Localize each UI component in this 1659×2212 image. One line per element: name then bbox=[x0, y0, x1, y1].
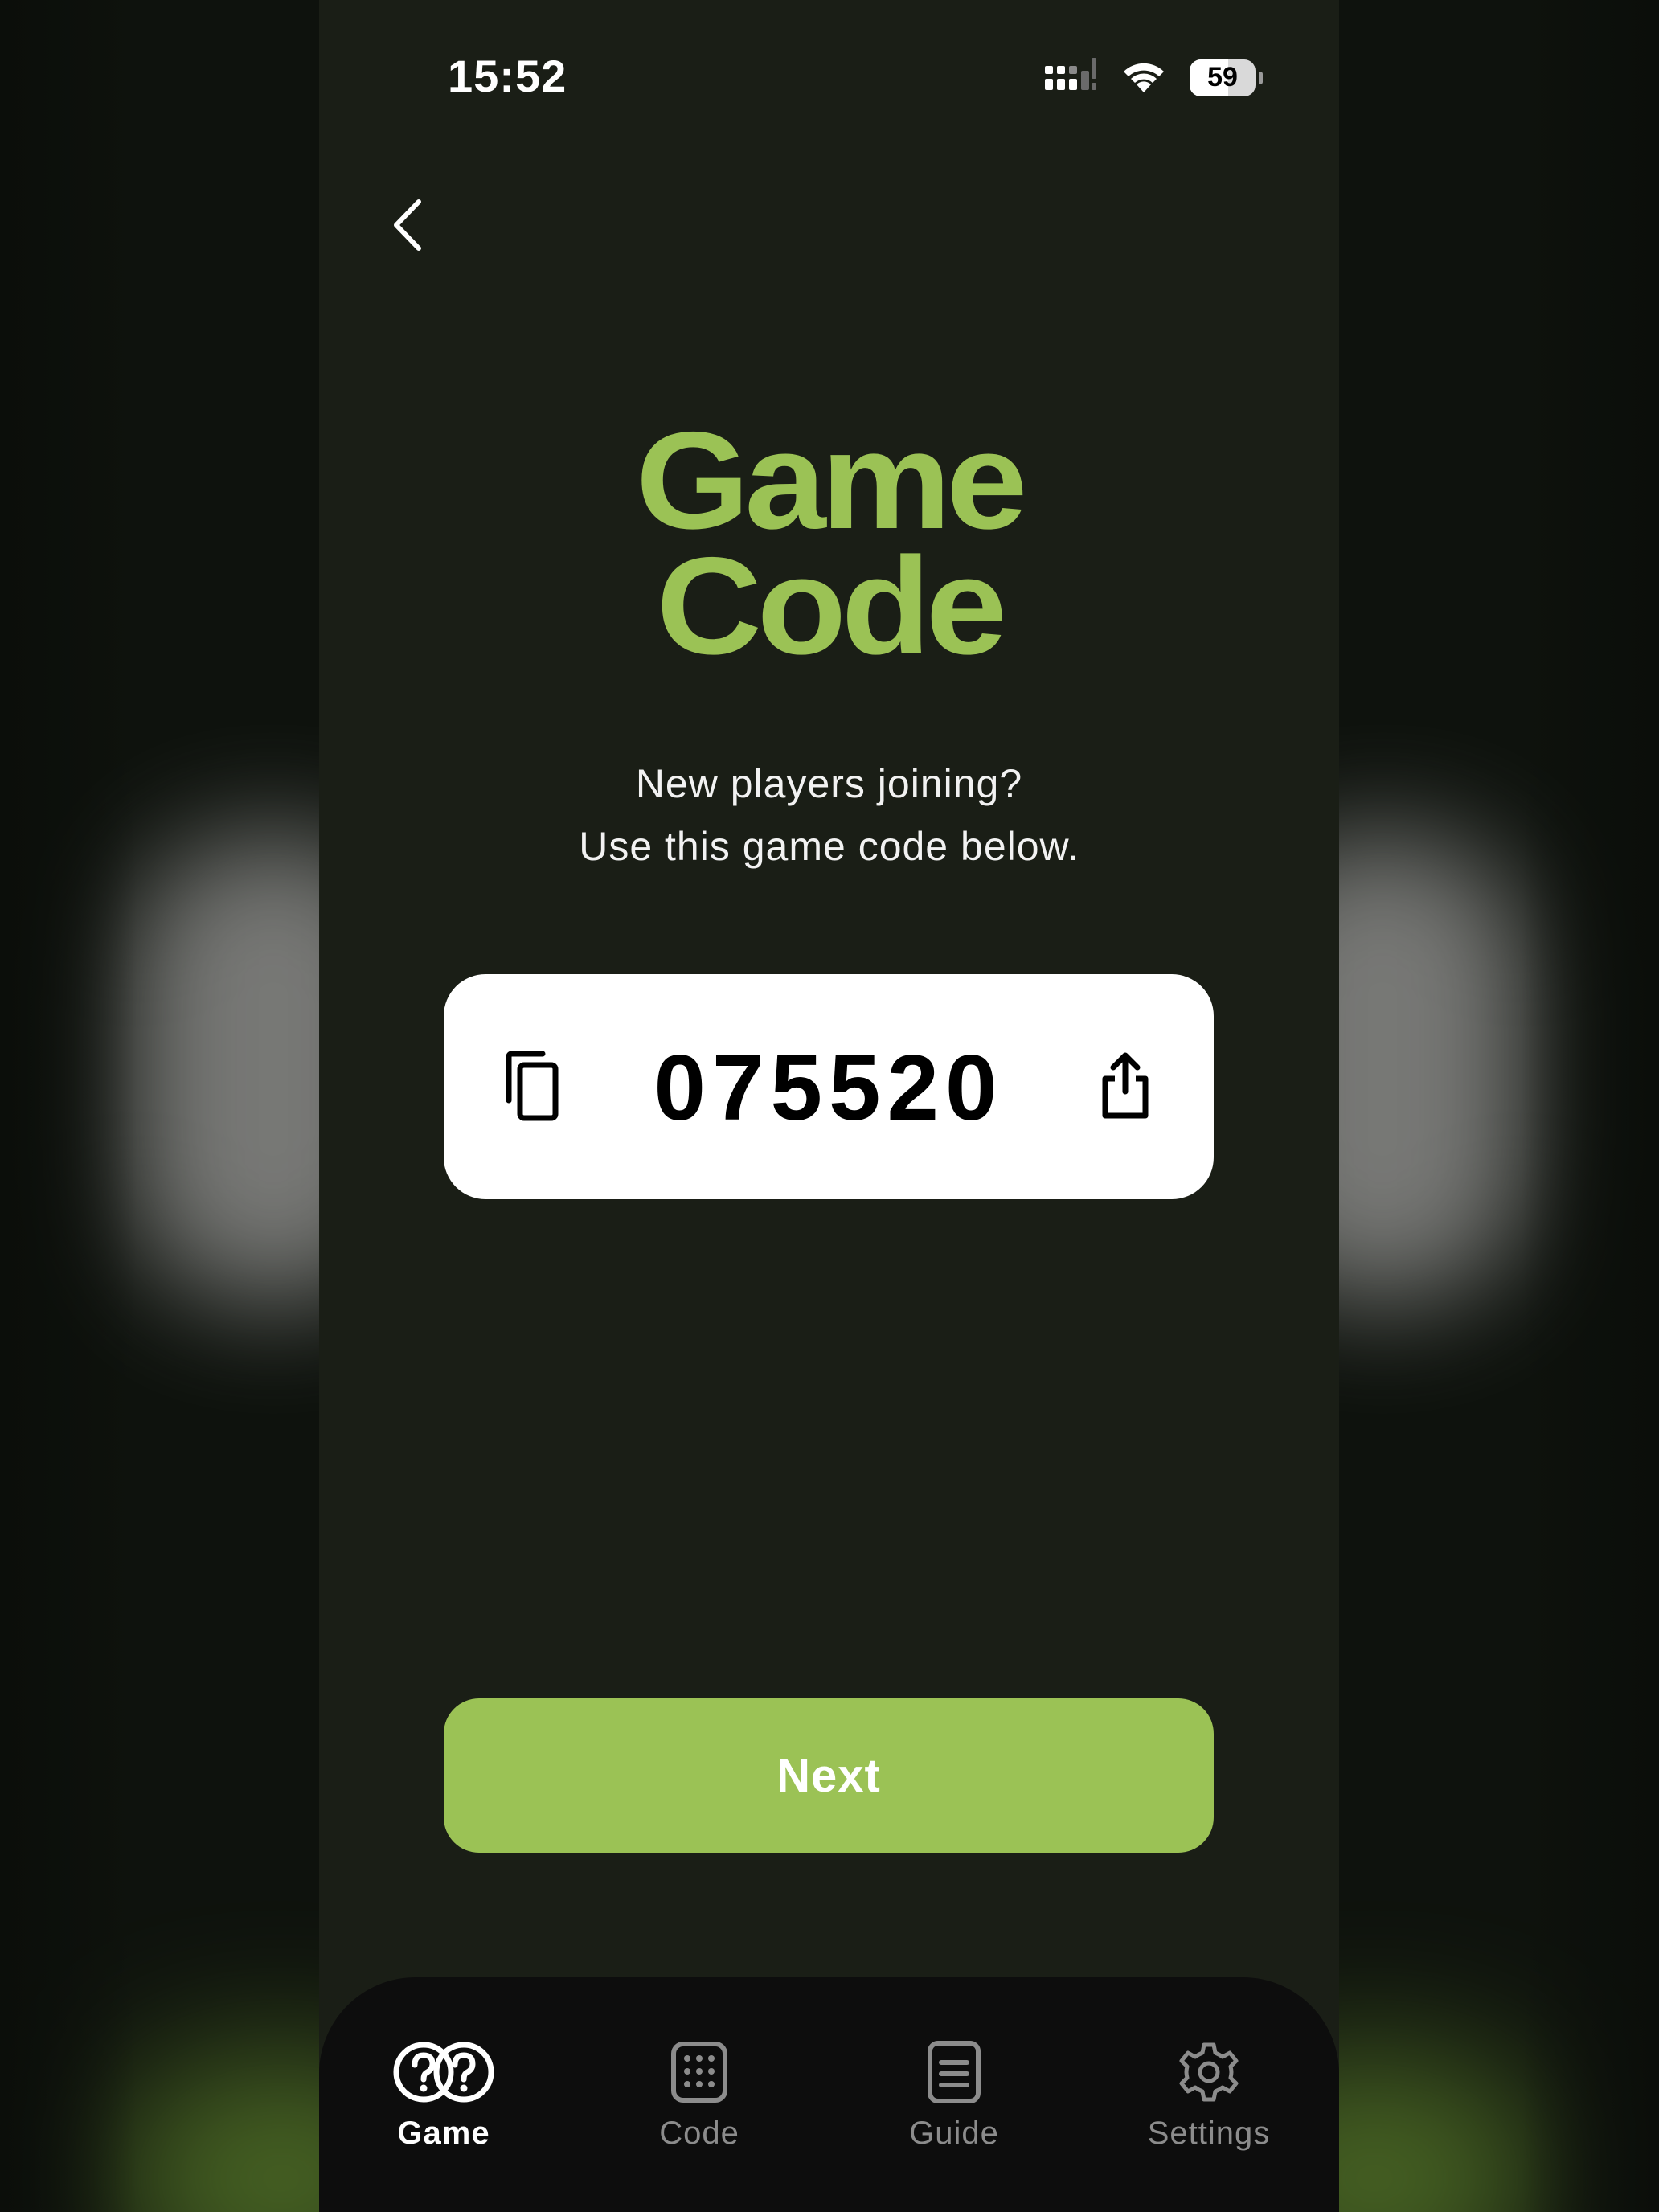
game-code-card: 075520 bbox=[444, 974, 1214, 1199]
subtitle-line-1: New players joining? bbox=[635, 761, 1023, 806]
tab-game[interactable]: Game bbox=[339, 2038, 548, 2152]
page-title: Game Code bbox=[319, 403, 1339, 683]
page-title-line-1: Game bbox=[635, 403, 1028, 558]
app-screen: 15:52 59 Game Code New players joining? … bbox=[319, 0, 1339, 2212]
battery-indicator: 59 bbox=[1190, 59, 1263, 96]
tab-label: Code bbox=[659, 2116, 739, 2151]
tab-label: Guide bbox=[909, 2116, 999, 2151]
screen: 15:52 59 Game Code New players joining? … bbox=[0, 0, 1659, 2212]
wifi-icon bbox=[1119, 57, 1169, 98]
battery-tip bbox=[1259, 71, 1263, 84]
page-subtitle: New players joining? Use this game code … bbox=[319, 752, 1339, 878]
status-time: 15:52 bbox=[448, 51, 567, 101]
background-edge-left bbox=[0, 0, 137, 2212]
status-icons: 59 bbox=[1043, 56, 1263, 99]
tab-label: Game bbox=[397, 2116, 490, 2151]
battery-level: 59 bbox=[1207, 62, 1238, 92]
double-question-icon bbox=[391, 2038, 496, 2106]
back-button[interactable] bbox=[367, 185, 448, 265]
cellular-signal-icon bbox=[1043, 56, 1098, 99]
share-icon bbox=[1102, 1052, 1149, 1119]
chevron-left-icon bbox=[394, 199, 421, 251]
bottom-tab-bar: Game Code Guide Settings bbox=[319, 1977, 1339, 2212]
document-icon bbox=[927, 2038, 981, 2106]
share-button[interactable] bbox=[1085, 1045, 1165, 1125]
tab-settings[interactable]: Settings bbox=[1104, 2038, 1313, 2152]
gear-icon bbox=[1177, 2038, 1241, 2106]
tab-label: Settings bbox=[1147, 2116, 1271, 2151]
subtitle-line-2: Use this game code below. bbox=[579, 824, 1079, 869]
background-edge-right bbox=[1522, 0, 1659, 2212]
page-title-line-2: Code bbox=[656, 529, 1007, 683]
keypad-icon bbox=[670, 2038, 728, 2106]
tab-guide[interactable]: Guide bbox=[850, 2038, 1059, 2152]
tab-code[interactable]: Code bbox=[595, 2038, 804, 2152]
next-button[interactable]: Next bbox=[444, 1698, 1214, 1853]
